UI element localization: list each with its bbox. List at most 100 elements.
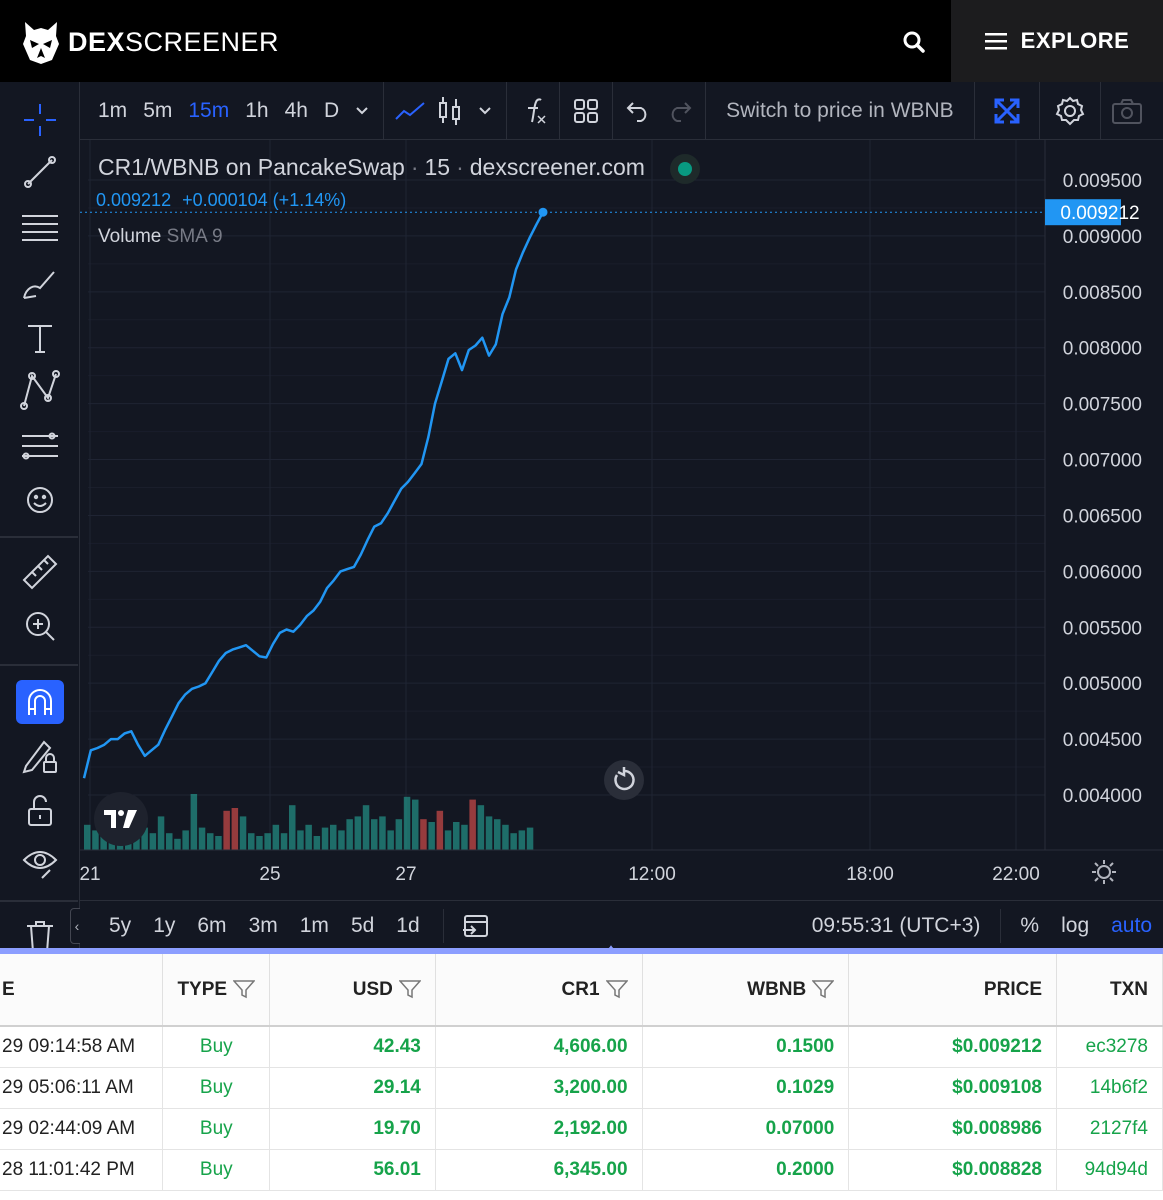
range-1d[interactable]: 1d — [385, 914, 430, 938]
pencil-lock-icon — [22, 740, 57, 774]
log-scale-toggle[interactable]: log — [1050, 914, 1100, 938]
volume-bar — [215, 836, 222, 850]
search-button[interactable] — [896, 24, 932, 60]
price-axis-label: 0.005500 — [1063, 618, 1142, 639]
volume-bar — [248, 833, 255, 850]
volume-bar — [166, 833, 173, 850]
market-status-indicator[interactable] — [670, 154, 700, 184]
volume-bar — [461, 824, 468, 850]
chart-settings-icon[interactable] — [1090, 858, 1118, 886]
text-tool[interactable] — [16, 316, 64, 360]
trade-txn-link[interactable]: 2127f4 — [1056, 1108, 1163, 1150]
chart-bottom-toolbar: 5y 1y 6m 3m 1m 5d 1d 09:55:31 (UTC+3) % … — [80, 900, 1163, 950]
goto-date-button[interactable] — [456, 897, 496, 955]
volume-bar — [502, 824, 509, 850]
magnet-tool[interactable] — [16, 680, 64, 724]
timeframe-1h[interactable]: 1h — [237, 99, 276, 123]
price-axis-label: 0.006000 — [1063, 562, 1142, 583]
trendline-icon — [24, 156, 56, 188]
price-axis-label: 0.004500 — [1063, 730, 1142, 751]
chevron-down-icon — [356, 106, 368, 114]
range-1y[interactable]: 1y — [142, 914, 186, 938]
range-1m[interactable]: 1m — [289, 914, 340, 938]
price-chart[interactable]: 0.009500 0.009000 0.008500 0.008000 0.007500… — [80, 140, 1163, 907]
pattern-icon — [20, 370, 60, 410]
column-header-wbnb[interactable]: WBNB — [642, 954, 850, 1027]
range-5y[interactable]: 5y — [98, 914, 142, 938]
tradingview-logo-icon[interactable] — [94, 792, 148, 846]
crosshair-tool[interactable] — [16, 98, 64, 142]
symbol-label[interactable]: CR1/WBNB on PancakeSwap — [98, 154, 405, 180]
filter-icon[interactable] — [605, 979, 628, 999]
trade-txn-link[interactable]: 94d94d — [1056, 1149, 1163, 1191]
range-6m[interactable]: 6m — [186, 914, 237, 938]
hamburger-icon — [984, 33, 1007, 50]
price-line-series[interactable] — [82, 211, 545, 779]
volume-legend[interactable]: Volume SMA 9 — [98, 226, 223, 248]
owl-logo-icon — [23, 22, 59, 64]
emoji-tool[interactable] — [16, 478, 64, 522]
volume-bar — [494, 819, 501, 850]
timeframe-5m[interactable]: 5m — [135, 99, 180, 123]
timeframe-1m[interactable]: 1m — [90, 99, 135, 123]
trade-date: 29 05:06:11 AM — [0, 1067, 164, 1109]
timeframe-4h[interactable]: 4h — [277, 99, 316, 123]
chart-legend-title: CR1/WBNB on PancakeSwap · 15 · dexscreener.c… — [98, 154, 645, 180]
filter-icon[interactable] — [812, 979, 835, 999]
timeframe-d[interactable]: D — [316, 99, 347, 123]
percent-scale-toggle[interactable]: % — [1009, 914, 1050, 938]
range-3m[interactable]: 3m — [238, 914, 289, 938]
volume-bar — [330, 824, 337, 850]
column-header-cr1[interactable]: CR1 — [435, 954, 643, 1027]
timeframe-dropdown[interactable] — [347, 82, 377, 140]
lock-drawings-tool[interactable] — [16, 788, 64, 832]
stay-in-drawing-mode-tool[interactable] — [16, 734, 64, 778]
range-5d[interactable]: 5d — [340, 914, 385, 938]
fullscreen-button[interactable] — [981, 82, 1033, 140]
price-axis-label: 0.007500 — [1063, 395, 1142, 416]
filter-icon[interactable] — [233, 979, 256, 999]
trade-type: Buy — [162, 1149, 271, 1191]
zoom-tool[interactable] — [16, 604, 64, 648]
brush-icon — [23, 271, 55, 299]
candles-chart-type-button[interactable] — [430, 82, 470, 140]
fib-tool[interactable] — [16, 206, 64, 250]
timeframe-15m[interactable]: 15m — [180, 99, 237, 123]
undo-icon — [626, 101, 647, 122]
table-row[interactable]: 28 11:01:42 PM Buy 56.01 6,345.00 0.2000 $0.0… — [0, 1149, 1163, 1191]
table-row[interactable]: 29 09:14:58 AM Buy 42.43 4,606.00 0.1500 $0.0… — [0, 1026, 1163, 1068]
layout-button[interactable] — [566, 82, 606, 140]
measure-tool[interactable] — [16, 550, 64, 594]
table-row[interactable]: 29 05:06:11 AM Buy 29.14 3,200.00 0.1029 $0.0… — [0, 1067, 1163, 1109]
column-header-type[interactable]: TYPE — [162, 954, 271, 1027]
line-chart-type-button[interactable] — [390, 82, 430, 140]
trade-txn-link[interactable]: 14b6f2 — [1056, 1067, 1163, 1109]
clock-timezone[interactable]: 09:55:31 (UTC+3) — [812, 914, 993, 938]
switch-price-button[interactable]: Switch to price in WBNB — [712, 99, 968, 123]
reset-chart-button[interactable] — [604, 760, 644, 800]
chart-type-dropdown[interactable] — [470, 82, 500, 140]
column-header-date[interactable]: E — [0, 954, 164, 1027]
table-row[interactable]: 29 02:44:09 AM Buy 19.70 2,192.00 0.07000 $0.… — [0, 1108, 1163, 1150]
settings-button[interactable] — [1046, 82, 1094, 140]
column-header-usd[interactable]: USD — [269, 954, 436, 1027]
redo-button[interactable] — [659, 82, 699, 140]
volume-bar — [444, 830, 452, 850]
undo-button[interactable] — [619, 82, 659, 140]
trade-txn-link[interactable]: ec3278 — [1056, 1026, 1163, 1068]
volume-bar — [420, 819, 427, 850]
table-header-row: E TYPE USD CR1 WBNB PRICE TXN — [0, 954, 1163, 1027]
indicators-button[interactable] — [513, 82, 553, 140]
screenshot-button[interactable] — [1107, 82, 1147, 140]
dexscreener-logo[interactable]: DEXSCREENER — [22, 20, 279, 64]
brush-tool[interactable] — [16, 262, 64, 306]
prediction-tool[interactable] — [16, 424, 64, 468]
hide-drawings-tool[interactable] — [16, 842, 64, 886]
trade-wbnb-amount: 0.1029 — [642, 1067, 850, 1109]
volume-bar — [395, 819, 403, 850]
trendline-tool[interactable] — [16, 150, 64, 194]
pattern-tool[interactable] — [16, 368, 64, 412]
explore-button[interactable]: EXPLORE — [951, 0, 1163, 82]
filter-icon[interactable] — [398, 979, 421, 999]
auto-scale-toggle[interactable]: auto — [1100, 914, 1163, 938]
